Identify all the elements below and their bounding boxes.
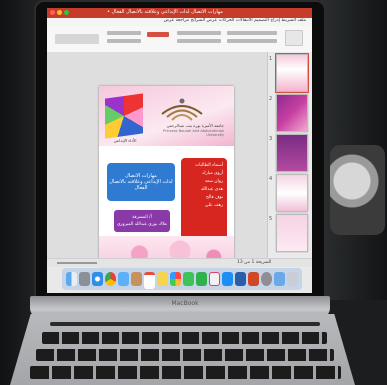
thumbnail-number: 2: [269, 96, 273, 102]
status-bar: الشريحة 1 من 13: [47, 258, 312, 267]
settings-icon[interactable]: [261, 272, 272, 286]
slide-thumbnail[interactable]: [276, 214, 308, 252]
format-controls[interactable]: [227, 39, 277, 43]
student-name: روان سعد: [204, 179, 223, 184]
supervisor-name: ملاك نوري عبدالله المبروري: [117, 222, 167, 227]
laptop-brand: MacBook: [171, 300, 199, 307]
ribbon-toolbar: [47, 26, 312, 53]
laptop-keyboard-deck: [10, 314, 355, 385]
finder-icon[interactable]: [66, 272, 77, 286]
mail-icon[interactable]: [118, 272, 129, 286]
slide-counter: الشريحة 1 من 13: [237, 260, 272, 265]
slide-thumbnail[interactable]: [276, 174, 308, 212]
font-controls[interactable]: [227, 31, 277, 35]
text-color-button[interactable]: [147, 32, 169, 37]
slide-editor: الأداء الإبداعي جامعة الأميرة نورة بنت ع…: [47, 52, 267, 266]
keyboard-key: [50, 322, 320, 326]
arrange-controls[interactable]: [107, 39, 141, 43]
paste-button[interactable]: [285, 30, 303, 46]
word-icon[interactable]: [235, 272, 246, 286]
current-slide[interactable]: الأداء الإبداعي جامعة الأميرة نورة بنت ع…: [99, 86, 234, 266]
keyboard-row: [30, 366, 341, 379]
slide-thumbnail[interactable]: [276, 134, 308, 172]
slide-thumbnail[interactable]: [276, 94, 308, 132]
laptop-screen: • مهارات الاتصال لذات الإبداعي وعلاقته ب…: [47, 8, 312, 293]
minimize-icon[interactable]: [57, 10, 62, 15]
slide-thumbnail[interactable]: [275, 53, 309, 93]
facetime-icon[interactable]: [196, 272, 207, 286]
thumbnail-number: 4: [269, 176, 273, 182]
speaker-object: [330, 145, 385, 235]
slide-thumbnails-panel: 1 2 3 4 5: [267, 52, 312, 258]
ribbon-tab-labels[interactable]: ملف الشريط إدراج التصميم الانتقالات الحر…: [51, 18, 306, 26]
zoom-icon[interactable]: [64, 10, 69, 15]
student-name: نوف فالح: [205, 195, 223, 200]
student-name: رهف علي: [204, 203, 223, 208]
launchpad-icon[interactable]: [79, 272, 90, 286]
university-logo-icon: [161, 98, 203, 121]
title-box[interactable]: مهارات الاتصال لذات الإبداعي وعلاقته بال…: [107, 163, 175, 201]
supervisor-label: أ/ المشرفة: [132, 215, 152, 220]
downloads-icon[interactable]: [274, 272, 285, 286]
keyboard-row: [42, 332, 327, 344]
paragraph-controls[interactable]: [177, 31, 221, 35]
thumbnail-number: 1: [269, 56, 273, 62]
safari-icon[interactable]: [92, 272, 103, 286]
contacts-icon[interactable]: [131, 272, 142, 286]
window-title: • مهارات الاتصال لذات الإبداعي وعلاقته ب…: [107, 9, 223, 15]
powerpoint-icon[interactable]: [248, 272, 259, 286]
calendar-icon[interactable]: [144, 272, 155, 289]
title-line-2: لذات الإبداعي وعلاقته بالاتصال الفعال: [109, 179, 173, 191]
mac-dock: [62, 268, 302, 290]
messages-icon[interactable]: [183, 272, 194, 286]
supervisor-box[interactable]: أ/ المشرفة ملاك نوري عبدالله المبروري: [114, 210, 170, 232]
thumbnail-number: 5: [269, 216, 273, 222]
music-icon[interactable]: [209, 272, 220, 286]
creative-logo-icon: [105, 93, 143, 139]
thumbnail-number: 3: [269, 136, 273, 142]
keyboard-row: [36, 349, 334, 361]
left-logo-caption: الأداء الإبداعي: [113, 138, 137, 143]
student-name: هدى عبدالله: [200, 187, 223, 192]
align-controls[interactable]: [177, 39, 221, 43]
shapes-controls[interactable]: [107, 31, 141, 35]
student-name: أروى مبارك: [201, 171, 223, 176]
photos-icon[interactable]: [170, 272, 181, 286]
university-name: جامعة الأميرة نورة بنت عبدالرحمن: [166, 123, 224, 128]
zoom-slider[interactable]: [57, 262, 97, 264]
chrome-icon[interactable]: [105, 272, 116, 286]
trash-icon[interactable]: [287, 272, 298, 286]
university-name-en: Princess Nourah bint Abdulrahman Univers…: [163, 129, 224, 137]
students-box[interactable]: أسماء الطالبات أروى مبارك روان سعد هدى ع…: [181, 158, 227, 240]
appstore-icon[interactable]: [222, 272, 233, 286]
notes-icon[interactable]: [157, 272, 168, 286]
close-icon[interactable]: [50, 10, 55, 15]
students-heading: أسماء الطالبات: [195, 163, 223, 168]
styles-controls[interactable]: [55, 34, 99, 44]
